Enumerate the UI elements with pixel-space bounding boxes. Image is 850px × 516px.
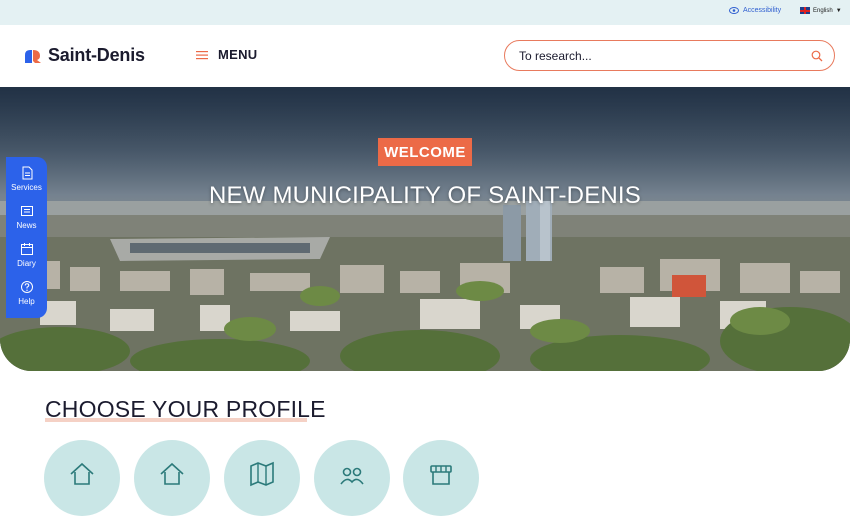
quick-access-sidebar: Services News Diary Help: [6, 157, 47, 318]
quick-item-label: Help: [18, 297, 35, 306]
quick-item-label: News: [16, 221, 37, 230]
accessibility-label: Accessibility: [743, 7, 782, 14]
hero-banner: WELCOME NEW MUNICIPALITY OF SAINT-DENIS: [0, 87, 850, 371]
quick-item-label: Diary: [17, 259, 36, 268]
top-utility-bar: Accessibility English ▼: [0, 0, 850, 25]
shop-icon: [430, 465, 452, 485]
welcome-badge: WELCOME: [378, 138, 472, 166]
menu-label: MENU: [218, 47, 258, 62]
calendar-icon: [20, 243, 33, 255]
quick-item-news[interactable]: News: [6, 201, 47, 239]
search-input[interactable]: [519, 47, 799, 65]
logo-mark-icon: [25, 49, 41, 63]
search-bar: [504, 40, 835, 71]
logo-text: Saint-Denis: [48, 45, 145, 65]
document-icon: [22, 166, 32, 180]
menu-button[interactable]: MENU: [196, 47, 257, 62]
house-heart-icon: [160, 462, 184, 485]
house-icon: [70, 462, 94, 485]
city-panorama-image: [0, 201, 850, 371]
quick-item-help[interactable]: Help: [6, 277, 47, 315]
map-icon: [250, 461, 274, 487]
profile-option-3[interactable]: [224, 440, 300, 516]
profile-option-2[interactable]: [134, 440, 210, 516]
search-icon[interactable]: [811, 50, 823, 62]
profile-option-4[interactable]: [314, 440, 390, 516]
profile-option-5[interactable]: [403, 440, 479, 516]
uk-flag-icon: [800, 7, 810, 14]
eye-icon: [729, 7, 739, 14]
hamburger-icon: [196, 50, 208, 59]
profile-option-1[interactable]: [44, 440, 120, 516]
site-logo[interactable]: Saint-Denis: [23, 45, 145, 66]
newspaper-icon: [20, 206, 33, 216]
site-header: Saint-Denis MENU: [0, 25, 850, 87]
language-label: English: [813, 7, 833, 14]
quick-item-label: Services: [11, 183, 42, 192]
people-icon: [340, 467, 364, 485]
quick-item-diary[interactable]: Diary: [6, 239, 47, 277]
language-selector[interactable]: English ▼: [800, 7, 842, 14]
accessibility-link[interactable]: Accessibility: [729, 7, 781, 14]
hero-title: NEW MUNICIPALITY OF SAINT-DENIS: [208, 182, 642, 209]
quick-item-services[interactable]: Services: [6, 163, 47, 201]
help-circle-icon: [20, 281, 33, 293]
chevron-down-icon: ▼: [835, 7, 842, 14]
section-title: CHOOSE YOUR PROFILE: [45, 396, 326, 422]
